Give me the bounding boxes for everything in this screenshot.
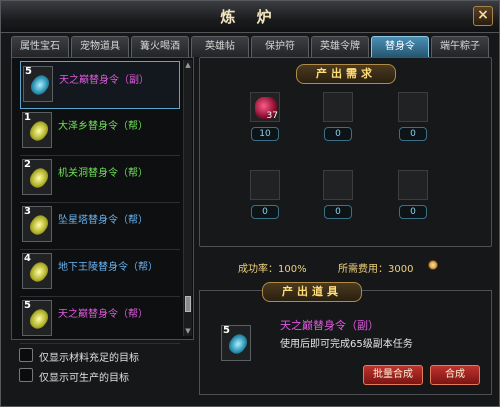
material-slot[interactable] [398,92,428,122]
output-item-description: 使用后即可完成65级副本任务 [280,339,413,350]
item-icon: 5 [22,300,52,336]
required-count: 0 [324,205,352,219]
item-icon: 5 [23,66,53,102]
craft-button[interactable]: 合成 [430,365,480,385]
batch-craft-button[interactable]: 批量合成 [363,365,423,385]
material-slot[interactable] [398,170,428,200]
coin-icon [428,260,438,270]
item-name: 地下王陵替身令（帮） [58,262,158,273]
list-item[interactable]: 1 大泽乡替身令（帮） [20,108,180,156]
close-icon: × [477,7,489,23]
filter-producible-checkbox[interactable] [19,368,33,382]
output-panel: 产出道具 5 天之巅替身令（副） 使用后即可完成65级副本任务 批量合成 合成 [199,282,492,395]
item-level: 1 [24,112,31,123]
list-item[interactable]: 4 地下王陵替身令（帮） [20,249,180,297]
list-item[interactable]: 5 天之巅替身令（副） [20,61,180,109]
item-name: 大泽乡替身令（帮） [58,121,148,132]
scroll-up-icon[interactable]: ▲ [184,61,192,69]
tab-bar: 属性宝石 宠物道具 篝火喝酒 英雄帖 保护符 英雄令牌 替身令 端午粽子 [11,36,491,58]
output-item-name: 天之巅替身令（副） [280,319,379,332]
tab-talisman[interactable]: 保护符 [251,36,309,57]
list-item[interactable]: 5 天之巅替身令（帮） [20,296,180,344]
output-item-level: 5 [223,325,230,336]
item-level: 3 [24,206,31,217]
material-slot[interactable] [323,170,353,200]
material-slot[interactable] [250,170,280,200]
required-count: 0 [324,127,352,141]
output-title: 产出道具 [262,282,362,302]
item-name: 天之巅替身令（副） [59,75,149,86]
item-icon: 3 [22,206,52,242]
tab-gems[interactable]: 属性宝石 [11,36,69,57]
filter-producible-label: 仅显示可生产的目标 [39,373,129,384]
required-count: 0 [399,127,427,141]
item-name: 天之巅替身令（帮） [58,309,148,320]
success-rate: 成功率：100% [238,264,307,275]
material-slot[interactable]: 37 [250,92,280,122]
item-level: 2 [24,159,31,170]
item-level: 5 [25,66,32,77]
item-level: 5 [24,300,31,311]
scroll-thumb[interactable] [185,296,191,312]
item-level: 4 [24,253,31,264]
item-name: 坠星塔替身令（帮） [58,215,148,226]
item-icon: 2 [22,159,52,195]
required-count: 0 [399,205,427,219]
close-button[interactable]: × [473,6,493,26]
tab-hero-post[interactable]: 英雄帖 [191,36,249,57]
item-list-panel: 5 天之巅替身令（副） 1 大泽乡替身令（帮） 2 机关洞替身令（帮） 3 坠星… [11,57,194,344]
filter-sufficient-checkbox[interactable] [19,348,33,362]
material-quantity: 37 [266,111,278,121]
output-item-icon[interactable]: 5 [221,325,251,361]
list-scrollbar[interactable]: ▲ ▼ [183,60,192,336]
filter-sufficient-label: 仅显示材料充足的目标 [39,353,139,364]
tab-hero-token[interactable]: 英雄令牌 [311,36,369,57]
requirements-title: 产出需求 [296,64,396,84]
required-fee: 所需费用：3000 [338,264,414,275]
list-item[interactable]: 2 机关洞替身令（帮） [20,155,180,203]
requirements-panel: 产出需求 37 10 0 0 0 0 0 [199,57,492,247]
required-count: 0 [251,205,279,219]
item-icon: 1 [22,112,52,148]
tab-zongzi[interactable]: 端午粽子 [431,36,489,57]
window-title: 炼 炉 [220,8,280,26]
list-item[interactable]: 3 坠星塔替身令（帮） [20,202,180,250]
tab-bonfire[interactable]: 篝火喝酒 [131,36,189,57]
item-name: 机关洞替身令（帮） [58,168,148,179]
scroll-down-icon[interactable]: ▼ [184,327,192,335]
title-bar: 炼 炉 × [1,1,499,33]
required-count: 10 [251,127,279,141]
crafting-window: 炼 炉 × 属性宝石 宠物道具 篝火喝酒 英雄帖 保护符 英雄令牌 替身令 端午… [0,0,500,407]
item-icon: 4 [22,253,52,289]
tab-substitute-token[interactable]: 替身令 [371,36,429,58]
material-slot[interactable] [323,92,353,122]
tab-pet-items[interactable]: 宠物道具 [71,36,129,57]
